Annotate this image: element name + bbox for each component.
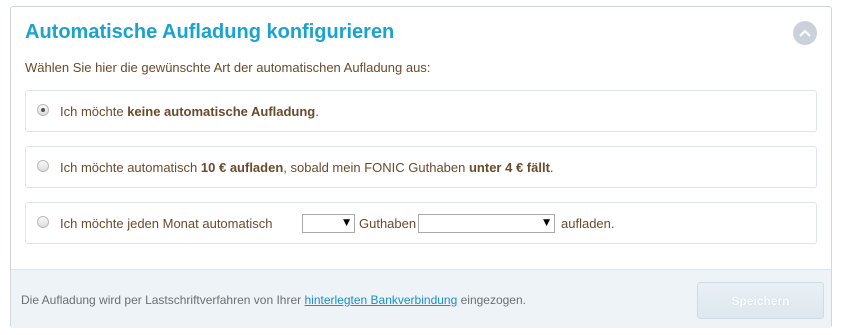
option-no-topup[interactable]: Ich möchte keine automatische Aufladung.	[25, 90, 817, 132]
option-threshold-topup-label: Ich möchte automatisch 10 € aufladen, so…	[60, 160, 554, 175]
option-threshold-topup[interactable]: Ich möchte automatisch 10 € aufladen, so…	[25, 146, 817, 188]
save-button[interactable]: Speichern	[697, 282, 824, 319]
aufladen-label: aufladen.	[561, 216, 615, 231]
auto-topup-panel: Automatische Aufladung konfigurieren Wäh…	[10, 6, 832, 328]
guthaben-label: Guthaben	[359, 216, 417, 231]
radio-no-topup[interactable]	[37, 104, 49, 116]
option-monthly-topup-label: Ich möchte jeden Monat automatisch	[60, 216, 273, 231]
amount-select[interactable]: ▼	[418, 214, 555, 233]
footer-note: Die Aufladung wird per Lastschriftverfah…	[21, 293, 526, 307]
bank-details-link[interactable]: hinterlegten Bankverbindung	[304, 293, 457, 307]
collapse-button[interactable]	[793, 21, 817, 45]
radio-monthly-topup[interactable]	[37, 216, 49, 228]
panel-footer: Die Aufladung wird per Lastschriftverfah…	[11, 269, 831, 328]
option-no-topup-label: Ich möchte keine automatische Aufladung.	[60, 104, 319, 119]
panel-title: Automatische Aufladung konfigurieren	[25, 21, 395, 43]
option-monthly-topup[interactable]: Ich möchte jeden Monat automatisch ▼ Gut…	[25, 202, 817, 244]
day-select[interactable]: ▼	[302, 214, 355, 233]
chevron-up-icon	[799, 29, 811, 37]
dropdown-arrow-icon: ▼	[543, 218, 550, 228]
panel-subtitle: Wählen Sie hier die gewünschte Art der a…	[25, 60, 431, 75]
radio-threshold-topup[interactable]	[37, 160, 49, 172]
dropdown-arrow-icon: ▼	[343, 218, 350, 228]
